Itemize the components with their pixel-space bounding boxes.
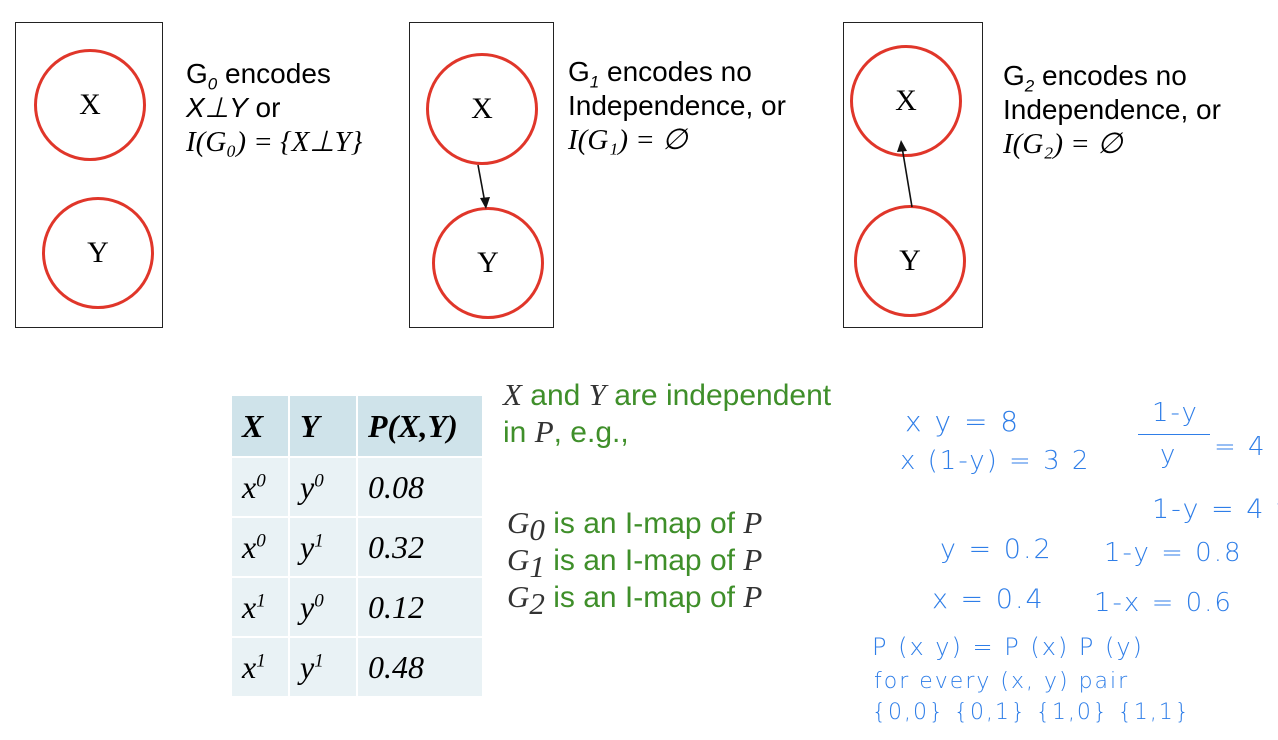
caption-math: I(G₀) = {X⊥Y}	[186, 126, 363, 158]
imap-statements: G0 is an I-map of P G1 is an I-map of P …	[507, 505, 763, 621]
cell-p: 0.48	[357, 637, 484, 698]
header-y: Y	[289, 396, 358, 458]
table-header-row: X Y P(X,Y)	[232, 396, 484, 458]
handwritten-eq3: 1-y = 4 y	[1152, 494, 1278, 525]
handwritten-eq9: for every (x, y) pair	[874, 669, 1130, 694]
handwritten-eq10: {0,0} {0,1} {1,0} {1,1}	[872, 700, 1191, 725]
caption-math: I(G₁) = ∅	[568, 124, 688, 156]
caption-text: encodes	[217, 58, 331, 89]
table-row: x1 y0 0.12	[232, 577, 484, 638]
graph-g1-caption: G1 encodes no Independence, or I(G₁) = ∅	[568, 55, 786, 157]
node-y: Y	[42, 197, 154, 309]
caption-g: G	[568, 56, 590, 87]
caption-or: or	[247, 92, 281, 123]
table-row: x1 y1 0.48	[232, 637, 484, 698]
caption-text: encodes no	[1034, 60, 1187, 91]
handwritten-eq1: x y = 8	[905, 405, 1021, 438]
cell-p: 0.12	[357, 577, 484, 638]
handwritten-eq6: x = 0.4	[932, 584, 1045, 615]
graph-g2-box: X Y	[843, 22, 983, 328]
cell-x: x0	[232, 517, 290, 578]
handwritten-frac-num: 1-y	[1152, 398, 1199, 428]
handwritten-eq5: 1-y = 0.8	[1104, 538, 1243, 568]
cell-p: 0.32	[357, 517, 484, 578]
handwritten-frac-den: y	[1160, 440, 1178, 470]
handwritten-eq7: 1-x = 0.6	[1094, 588, 1233, 618]
handwritten-eq4: y = 0.2	[940, 534, 1053, 565]
cell-y: y0	[289, 577, 358, 638]
cell-x: x1	[232, 577, 290, 638]
caption-independence: Independence, or	[1003, 94, 1221, 125]
cell-p: 0.08	[357, 457, 484, 518]
caption-text: encodes no	[599, 56, 752, 87]
caption-g: G	[1003, 60, 1025, 91]
handwritten-frac-bar	[1138, 434, 1210, 435]
handwritten-eq8: P (x y) = P (x) P (y)	[872, 633, 1144, 661]
graph-g2-caption: G2 encodes no Independence, or I(G₂) = ∅	[1003, 59, 1221, 161]
imap-line: G1 is an I-map of P	[507, 542, 763, 584]
cell-y: y1	[289, 637, 358, 698]
imap-line: G0 is an I-map of P	[507, 505, 763, 547]
edge-x-to-y-arrow	[477, 164, 490, 209]
graph-g1-box: X Y	[409, 22, 554, 328]
independence-statement: X and Y are independent in P, e.g.,	[503, 377, 832, 449]
table-row: x0 y1 0.32	[232, 517, 484, 578]
cell-y: y0	[289, 457, 358, 518]
imap-line: G2 is an I-map of P	[507, 579, 763, 621]
caption-independence: X⊥Y	[186, 92, 248, 123]
cell-x: x1	[232, 637, 290, 698]
cell-y: y1	[289, 517, 358, 578]
header-x: X	[232, 396, 290, 458]
table-row: x0 y0 0.08	[232, 457, 484, 518]
handwritten-frac-rhs: = 4	[1214, 432, 1267, 462]
cell-x: x0	[232, 457, 290, 518]
edge-y-to-x-arrow	[897, 140, 913, 208]
joint-probability-table: X Y P(X,Y) x0 y0 0.08 x0 y1 0.32 x1 y0 0…	[232, 396, 484, 698]
caption-g: G	[186, 58, 208, 89]
caption-independence: Independence, or	[568, 90, 786, 121]
caption-math: I(G₂) = ∅	[1003, 128, 1123, 160]
handwritten-eq2: x (1-y) = 3 2	[900, 446, 1091, 476]
node-x: X	[34, 49, 146, 161]
header-p: P(X,Y)	[357, 396, 484, 458]
graph-g0-caption: G0 encodes X⊥Y or I(G₀) = {X⊥Y}	[186, 57, 362, 159]
graph-g0-box: X Y	[15, 22, 163, 328]
